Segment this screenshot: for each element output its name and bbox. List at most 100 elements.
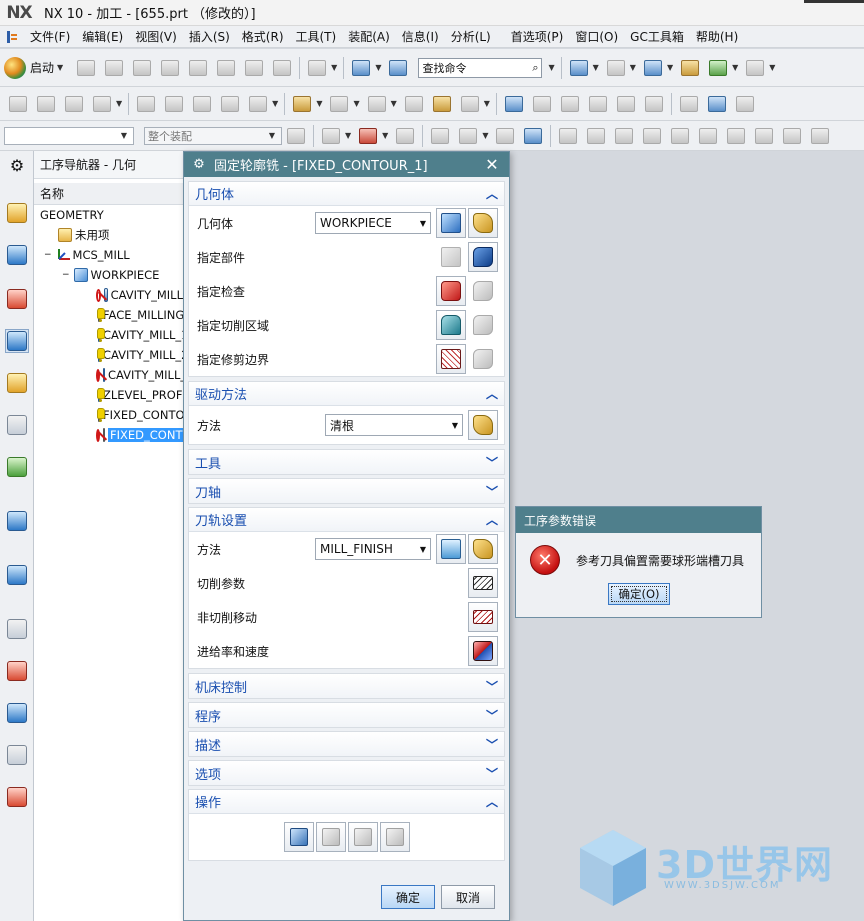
create-program-icon[interactable] <box>5 91 31 117</box>
menu-view[interactable]: 视图(V) <box>129 28 183 45</box>
block-icon[interactable] <box>429 91 455 117</box>
save-icon[interactable] <box>129 55 155 81</box>
menu-help[interactable]: 帮助(H) <box>690 28 744 45</box>
paste-icon[interactable] <box>241 55 267 81</box>
geometry-group-header[interactable]: 几何体 ︿ <box>189 182 504 206</box>
replay-button[interactable] <box>315 822 346 852</box>
datum-plane-icon[interactable] <box>364 91 390 117</box>
show-part-button[interactable] <box>468 242 498 272</box>
generate-button[interactable] <box>283 822 314 852</box>
point-icon[interactable] <box>326 91 352 117</box>
create-tool-icon[interactable] <box>33 91 59 117</box>
menu-info[interactable]: 信息(I) <box>396 28 445 45</box>
touch-mode-icon[interactable] <box>348 55 374 81</box>
web-browser-icon[interactable] <box>5 509 29 533</box>
drive-group-header[interactable]: 驱动方法 ︿ <box>189 382 504 406</box>
tree-row-operation[interactable]: ZLEVEL_PROFILE <box>34 385 183 405</box>
snap-center-icon[interactable] <box>667 123 693 149</box>
layer-settings-icon[interactable] <box>677 55 703 81</box>
roles-icon[interactable] <box>5 659 29 683</box>
constraint-nav-icon[interactable] <box>5 243 29 267</box>
copy-icon[interactable] <box>213 55 239 81</box>
menu-window[interactable]: 窗口(O) <box>569 28 624 45</box>
verify-path-icon[interactable] <box>557 91 583 117</box>
type-filter-dropdown[interactable]: ▼ <box>4 126 134 145</box>
ok-button[interactable]: 确定 <box>381 885 435 909</box>
snap-point-icon[interactable] <box>289 91 315 117</box>
program-group-header[interactable]: 程序 ﹀ <box>189 703 504 727</box>
batch-process-icon[interactable] <box>704 91 730 117</box>
show-cut-area-button[interactable] <box>468 310 498 340</box>
menu-file[interactable]: 文件(F) <box>24 28 76 45</box>
non-cut-button[interactable] <box>468 602 498 632</box>
snap-midpoint-icon[interactable] <box>639 123 665 149</box>
shop-doc-icon[interactable] <box>641 91 667 117</box>
list-path-icon[interactable] <box>585 91 611 117</box>
feeds-button[interactable] <box>468 636 498 666</box>
tree-row-unused[interactable]: 未用项 <box>34 225 183 245</box>
cancel-button[interactable]: 取消 <box>441 885 495 909</box>
select-rect-icon[interactable] <box>455 123 481 149</box>
replay-path-icon[interactable] <box>529 91 555 117</box>
tree-row-operation[interactable]: CAVITY_MILL <box>34 285 183 305</box>
menu-preferences[interactable]: 首选项(P) <box>505 28 570 45</box>
edit-method-button[interactable] <box>468 534 498 564</box>
show-trim-button[interactable] <box>468 344 498 374</box>
navigator-column-name[interactable]: 名称 <box>34 183 183 205</box>
chevron-up-icon[interactable]: ︿ <box>486 511 498 528</box>
tree-row-operation[interactable]: CAVITY_MILL_3 <box>34 365 183 385</box>
extrude-icon[interactable] <box>401 91 427 117</box>
tree-row-operation[interactable]: CAVITY_MILL_1 <box>34 325 183 345</box>
close-icon[interactable]: ✕ <box>483 154 501 174</box>
menu-grip-icon[interactable] <box>0 26 24 48</box>
open-file-icon[interactable] <box>101 55 127 81</box>
menu-tools[interactable]: 工具(T) <box>290 28 343 45</box>
chevron-up-icon[interactable]: ︿ <box>486 185 498 202</box>
chevron-up-icon[interactable]: ︿ <box>486 385 498 402</box>
print-icon[interactable] <box>157 55 183 81</box>
output-cls-icon[interactable] <box>676 91 702 117</box>
menu-assembly[interactable]: 装配(A) <box>342 28 396 45</box>
menu-edit[interactable]: 编辑(E) <box>76 28 129 45</box>
show-hide-icon[interactable] <box>705 55 731 81</box>
operation-nav-icon[interactable] <box>5 329 29 353</box>
system-scenes-icon[interactable] <box>5 701 29 725</box>
select-face-icon[interactable] <box>492 123 518 149</box>
search-icon[interactable]: ⌕ <box>532 61 538 75</box>
snap-line-icon[interactable] <box>583 123 609 149</box>
shell-icon[interactable] <box>457 91 483 117</box>
error-ok-button[interactable]: 确定(O) <box>608 583 670 605</box>
select-solid-icon[interactable] <box>520 123 546 149</box>
options-group-header[interactable]: 选项 ﹀ <box>189 761 504 785</box>
chevron-up-icon[interactable]: ︿ <box>486 793 498 810</box>
select-check-button[interactable] <box>436 276 466 306</box>
edit-geometry-button[interactable] <box>468 208 498 238</box>
tree-row-workpiece[interactable]: − WORKPIECE <box>34 265 183 285</box>
create-method-icon[interactable] <box>89 91 115 117</box>
part-nav-icon[interactable] <box>5 287 29 311</box>
select-trim-button[interactable] <box>436 344 466 374</box>
error-title[interactable]: 工序参数错误 <box>516 507 761 533</box>
path-method-dropdown[interactable]: MILL_FINISH ▼ <box>315 538 431 560</box>
start-button[interactable]: 启动 ▼ <box>4 55 66 81</box>
fit-view-icon[interactable] <box>566 55 592 81</box>
actions-group-header[interactable]: 操作 ︿ <box>189 790 504 814</box>
assembly-nav-icon[interactable] <box>5 201 29 225</box>
new-geometry-button[interactable] <box>436 208 466 238</box>
delete-icon[interactable] <box>269 55 295 81</box>
snap-exist-icon[interactable] <box>723 123 749 149</box>
snap-grid-icon[interactable] <box>807 123 833 149</box>
menu-analysis[interactable]: 分析(L) <box>445 28 497 45</box>
menu-insert[interactable]: 插入(S) <box>183 28 236 45</box>
palette-icon[interactable] <box>5 785 29 809</box>
tree-row-operation-selected[interactable]: FIXED_CONTOUR_1 <box>34 425 183 445</box>
snap-endpoint-icon[interactable] <box>555 123 581 149</box>
select-body-icon[interactable] <box>392 123 418 149</box>
info-window-icon[interactable] <box>385 55 411 81</box>
assembly-scope-dropdown[interactable]: 整个装配 ▼ <box>144 126 282 145</box>
edit-object-icon[interactable] <box>133 91 159 117</box>
paste-object-icon[interactable] <box>217 91 243 117</box>
axis-group-header[interactable]: 刀轴 ﹀ <box>189 479 504 503</box>
tree-row-mcs-mill[interactable]: − MCS_MILL <box>34 245 183 265</box>
render-style-icon[interactable] <box>603 55 629 81</box>
